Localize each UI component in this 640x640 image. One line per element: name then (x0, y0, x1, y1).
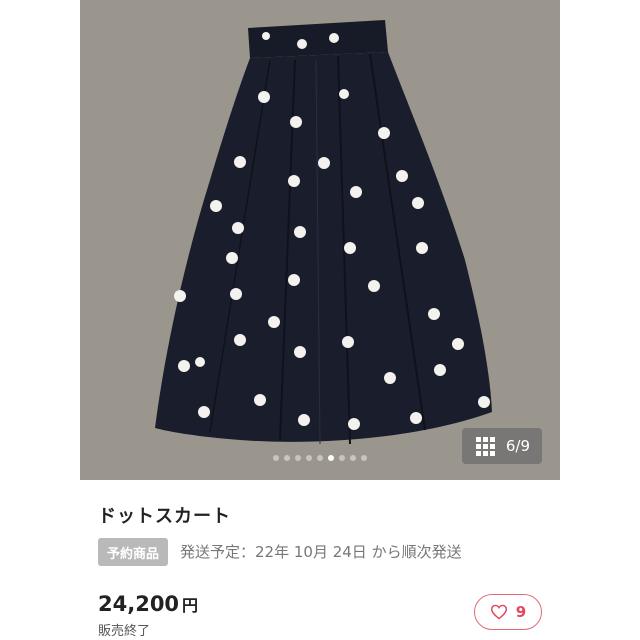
carousel-dot-active[interactable] (328, 455, 334, 461)
carousel-dot[interactable] (273, 455, 279, 461)
product-price: 24,200 円 (98, 592, 198, 616)
skirt-illustration (80, 0, 560, 480)
preorder-badge: 予約商品 (98, 538, 169, 566)
grid-icon (476, 436, 495, 456)
carousel-dot[interactable] (317, 455, 323, 461)
like-count: 9 (515, 603, 527, 621)
image-counter-text: 6/9 (505, 437, 530, 455)
carousel-dot[interactable] (350, 455, 356, 461)
price-value: 24,200 (98, 592, 180, 616)
shipping-schedule: 発送予定：22年 10月 24日 から順次発送 (180, 543, 462, 561)
product-image[interactable]: 6/9 (80, 0, 560, 480)
carousel-dot[interactable] (295, 455, 301, 461)
price-currency: 円 (182, 596, 199, 615)
like-button[interactable]: 9 (474, 594, 542, 630)
heart-icon (490, 604, 507, 620)
carousel-dot[interactable] (284, 455, 290, 461)
carousel-dot[interactable] (339, 455, 345, 461)
carousel-dot[interactable] (361, 455, 367, 461)
product-title: ドットスカート (98, 506, 231, 527)
carousel-dot[interactable] (306, 455, 312, 461)
sales-status: 販売終了 (98, 624, 151, 639)
carousel-dots (80, 455, 560, 461)
